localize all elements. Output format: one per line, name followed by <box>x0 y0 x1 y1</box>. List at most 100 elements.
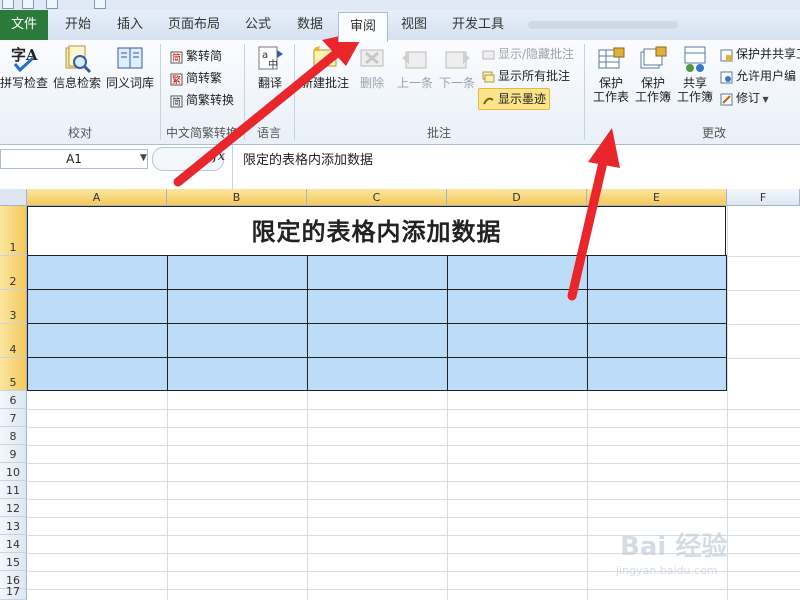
row-header-1[interactable]: 1 <box>0 206 27 256</box>
chinese-conversion-icon: 简 <box>170 94 183 108</box>
excel-icon[interactable] <box>2 0 14 9</box>
insert-function-button[interactable]: fx <box>213 149 225 164</box>
ribbon-tab-bar: 文件 开始 插入 页面布局 公式 数据 审阅 视图 开发工具 <box>0 10 800 42</box>
row-header-13[interactable]: 13 <box>0 517 27 535</box>
gridline <box>27 589 800 590</box>
new-comment-button[interactable]: 新建批注 <box>300 44 350 90</box>
thesaurus-button[interactable]: 同义词库 <box>104 44 156 90</box>
row-header-7[interactable]: 7 <box>0 409 27 427</box>
track-changes-button[interactable]: 修订 ▼ <box>720 88 769 108</box>
show-ink-button[interactable]: 显示墨迹 <box>478 88 551 110</box>
tab-developer[interactable]: 开发工具 <box>444 10 512 40</box>
show-all-comments-button[interactable]: 显示所有批注 <box>482 66 570 86</box>
show-hide-comment-button[interactable]: 显示/隐藏批注 <box>482 44 574 64</box>
cell-c4[interactable] <box>307 323 448 358</box>
chevron-down-icon[interactable]: ▼ <box>140 153 147 163</box>
gridline <box>27 499 800 500</box>
column-header-c[interactable]: C <box>307 189 447 206</box>
name-box[interactable]: A1 <box>0 149 148 169</box>
row-header-5[interactable]: 5 <box>0 358 27 391</box>
simp-to-trad-button[interactable]: 繁简转繁 <box>170 68 222 88</box>
chinese-group-label: 中文简繁转换 <box>165 126 238 140</box>
tab-review[interactable]: 审阅 <box>338 12 388 42</box>
tab-file[interactable]: 文件 <box>0 10 48 40</box>
formula-input[interactable]: 限定的表格内添加数据 <box>232 145 799 189</box>
spell-check-icon: 字A <box>9 44 39 74</box>
tab-home[interactable]: 开始 <box>56 10 100 40</box>
protect-and-share-button[interactable]: 保护并共享工 <box>720 44 800 64</box>
save-icon[interactable] <box>22 0 34 9</box>
gridline <box>27 481 800 482</box>
cell-c2[interactable] <box>307 255 448 290</box>
row-header-9[interactable]: 9 <box>0 445 27 463</box>
chinese-conversion-button[interactable]: 简简繁转换 <box>170 90 234 110</box>
language-group-label: 语言 <box>256 126 281 140</box>
undo-icon[interactable] <box>46 0 58 9</box>
protect-sheet-icon <box>596 44 626 74</box>
column-header-a[interactable]: A <box>27 189 167 206</box>
protect-sheet-button[interactable]: 保护 工作表 <box>590 44 632 104</box>
spell-check-button[interactable]: 字A 拼写检查 <box>0 44 48 90</box>
gridline <box>167 391 168 600</box>
translate-button[interactable]: a中 翻译 <box>250 44 290 90</box>
tab-formulas[interactable]: 公式 <box>236 10 280 40</box>
column-header-b[interactable]: B <box>167 189 307 206</box>
row-header-2[interactable]: 2 <box>0 256 27 290</box>
svg-text:简: 简 <box>172 96 181 108</box>
tab-page-layout[interactable]: 页面布局 <box>160 10 228 40</box>
row-header-4[interactable]: 4 <box>0 324 27 358</box>
cell-e4[interactable] <box>587 323 727 358</box>
cell-d2[interactable] <box>447 255 588 290</box>
cell-c5[interactable] <box>307 357 448 391</box>
protect-workbook-button[interactable]: 保护 工作簿 <box>632 44 674 104</box>
cell-e2[interactable] <box>587 255 727 290</box>
previous-comment-button[interactable]: 上一条 <box>394 44 436 90</box>
cell-b4[interactable] <box>167 323 308 358</box>
tab-data[interactable]: 数据 <box>288 10 332 40</box>
cell-d4[interactable] <box>447 323 588 358</box>
column-header-d[interactable]: D <box>447 189 587 206</box>
row-header-10[interactable]: 10 <box>0 463 27 481</box>
cell-a4[interactable] <box>27 323 168 358</box>
row-header-14[interactable]: 14 <box>0 535 27 553</box>
protect-share-icon <box>720 48 733 62</box>
cell-b3[interactable] <box>167 289 308 324</box>
cell-b5[interactable] <box>167 357 308 391</box>
share-workbook-button[interactable]: 共享 工作簿 <box>674 44 716 104</box>
delete-comment-button[interactable]: 删除 <box>354 44 390 90</box>
formula-content: 限定的表格内添加数据 <box>243 153 374 168</box>
allow-users-edit-button[interactable]: 允许用户编 <box>720 66 796 86</box>
row-header-17[interactable]: 17 <box>0 585 27 600</box>
next-comment-button[interactable]: 下一条 <box>436 44 478 90</box>
cell-e5[interactable] <box>587 357 727 391</box>
row-header-11[interactable]: 11 <box>0 481 27 499</box>
row-header-6[interactable]: 6 <box>0 391 27 409</box>
gridline <box>727 290 800 291</box>
chevron-down-icon: ▼ <box>760 95 769 104</box>
select-all-corner[interactable] <box>0 189 27 206</box>
cell-d3[interactable] <box>447 289 588 324</box>
column-header-f[interactable]: F <box>727 189 800 206</box>
row-header-8[interactable]: 8 <box>0 427 27 445</box>
research-button[interactable]: 信息检索 <box>52 44 102 90</box>
cell-d5[interactable] <box>447 357 588 391</box>
cell-c3[interactable] <box>307 289 448 324</box>
row-header-3[interactable]: 3 <box>0 290 27 324</box>
row-header-15[interactable]: 15 <box>0 553 27 571</box>
cell-a5[interactable] <box>27 357 168 391</box>
cell-b2[interactable] <box>167 255 308 290</box>
column-header-e[interactable]: E <box>587 189 727 206</box>
gridline <box>27 409 800 410</box>
title-cell[interactable]: 限定的表格内添加数据 <box>27 206 726 256</box>
cell-e3[interactable] <box>587 289 727 324</box>
cell-a2[interactable] <box>27 255 168 290</box>
cell-a3[interactable] <box>27 289 168 324</box>
worksheet-grid[interactable]: A B C D E F 1 2 3 4 5 6 7 8 9 10 11 12 1… <box>0 189 800 600</box>
redo-icon[interactable] <box>94 0 106 9</box>
delete-comment-icon <box>357 44 387 74</box>
trad-to-simp-button[interactable]: 简繁转简 <box>170 46 222 66</box>
row-header-12[interactable]: 12 <box>0 499 27 517</box>
gridline <box>587 391 588 600</box>
tab-view[interactable]: 视图 <box>392 10 436 40</box>
tab-insert[interactable]: 插入 <box>108 10 152 40</box>
